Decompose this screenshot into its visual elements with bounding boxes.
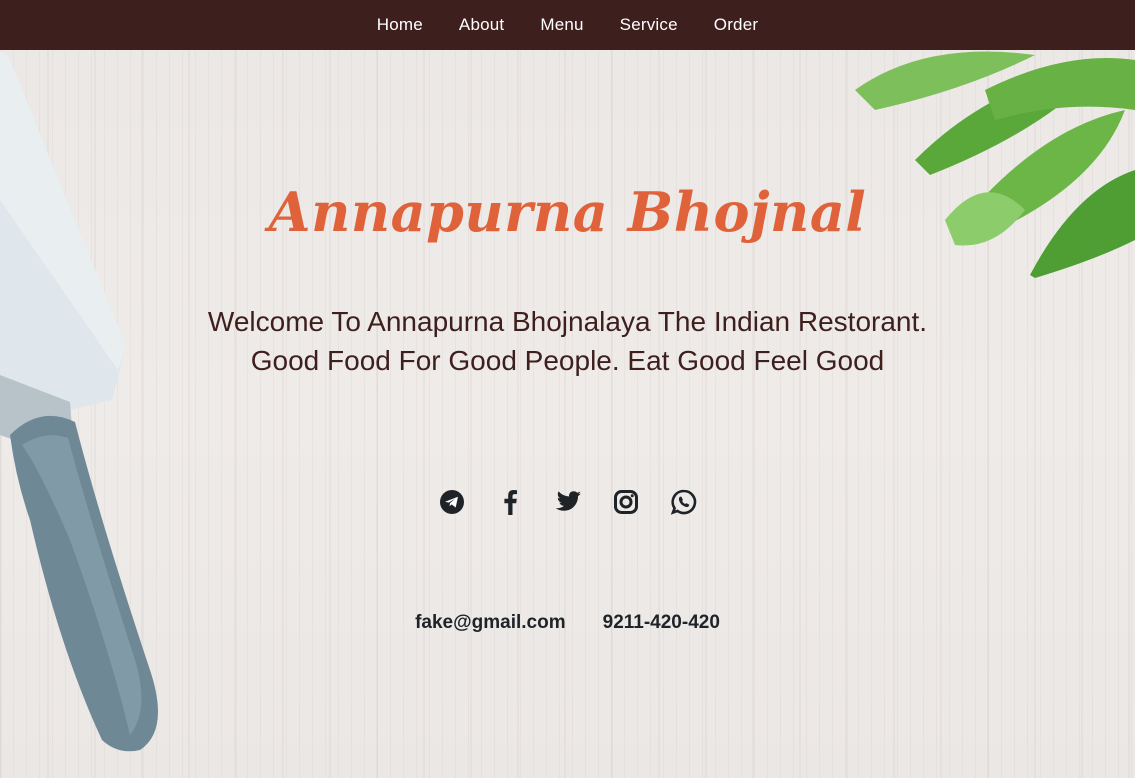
welcome-line-2: Good Food For Good People. Eat Good Feel… bbox=[250, 345, 885, 376]
telegram-icon[interactable] bbox=[438, 488, 466, 516]
welcome-text: Welcome To Annapurna Bhojnalaya The Indi… bbox=[0, 302, 1135, 380]
facebook-icon[interactable] bbox=[496, 488, 524, 516]
contact-info: fake@gmail.com 9211-420-420 bbox=[0, 612, 1135, 634]
welcome-line-1: Welcome To Annapurna Bhojnalaya The Indi… bbox=[207, 306, 928, 337]
twitter-icon[interactable] bbox=[554, 488, 582, 516]
nav-about[interactable]: About bbox=[459, 15, 504, 35]
restaurant-title: Annapurna Bhojnal bbox=[268, 180, 867, 244]
contact-phone[interactable]: 9211-420-420 bbox=[603, 612, 720, 634]
nav-order[interactable]: Order bbox=[714, 15, 758, 35]
top-navbar: Home About Menu Service Order bbox=[0, 0, 1135, 50]
hero-section: Annapurna Bhojnal Welcome To Annapurna B… bbox=[0, 50, 1135, 778]
social-links bbox=[0, 488, 1135, 516]
nav-service[interactable]: Service bbox=[620, 15, 678, 35]
instagram-icon[interactable] bbox=[612, 488, 640, 516]
nav-home[interactable]: Home bbox=[377, 15, 423, 35]
nav-menu[interactable]: Menu bbox=[540, 15, 583, 35]
whatsapp-icon[interactable] bbox=[670, 488, 698, 516]
contact-email[interactable]: fake@gmail.com bbox=[415, 612, 566, 634]
knife-image bbox=[0, 50, 158, 752]
leaves-image bbox=[855, 51, 1135, 278]
